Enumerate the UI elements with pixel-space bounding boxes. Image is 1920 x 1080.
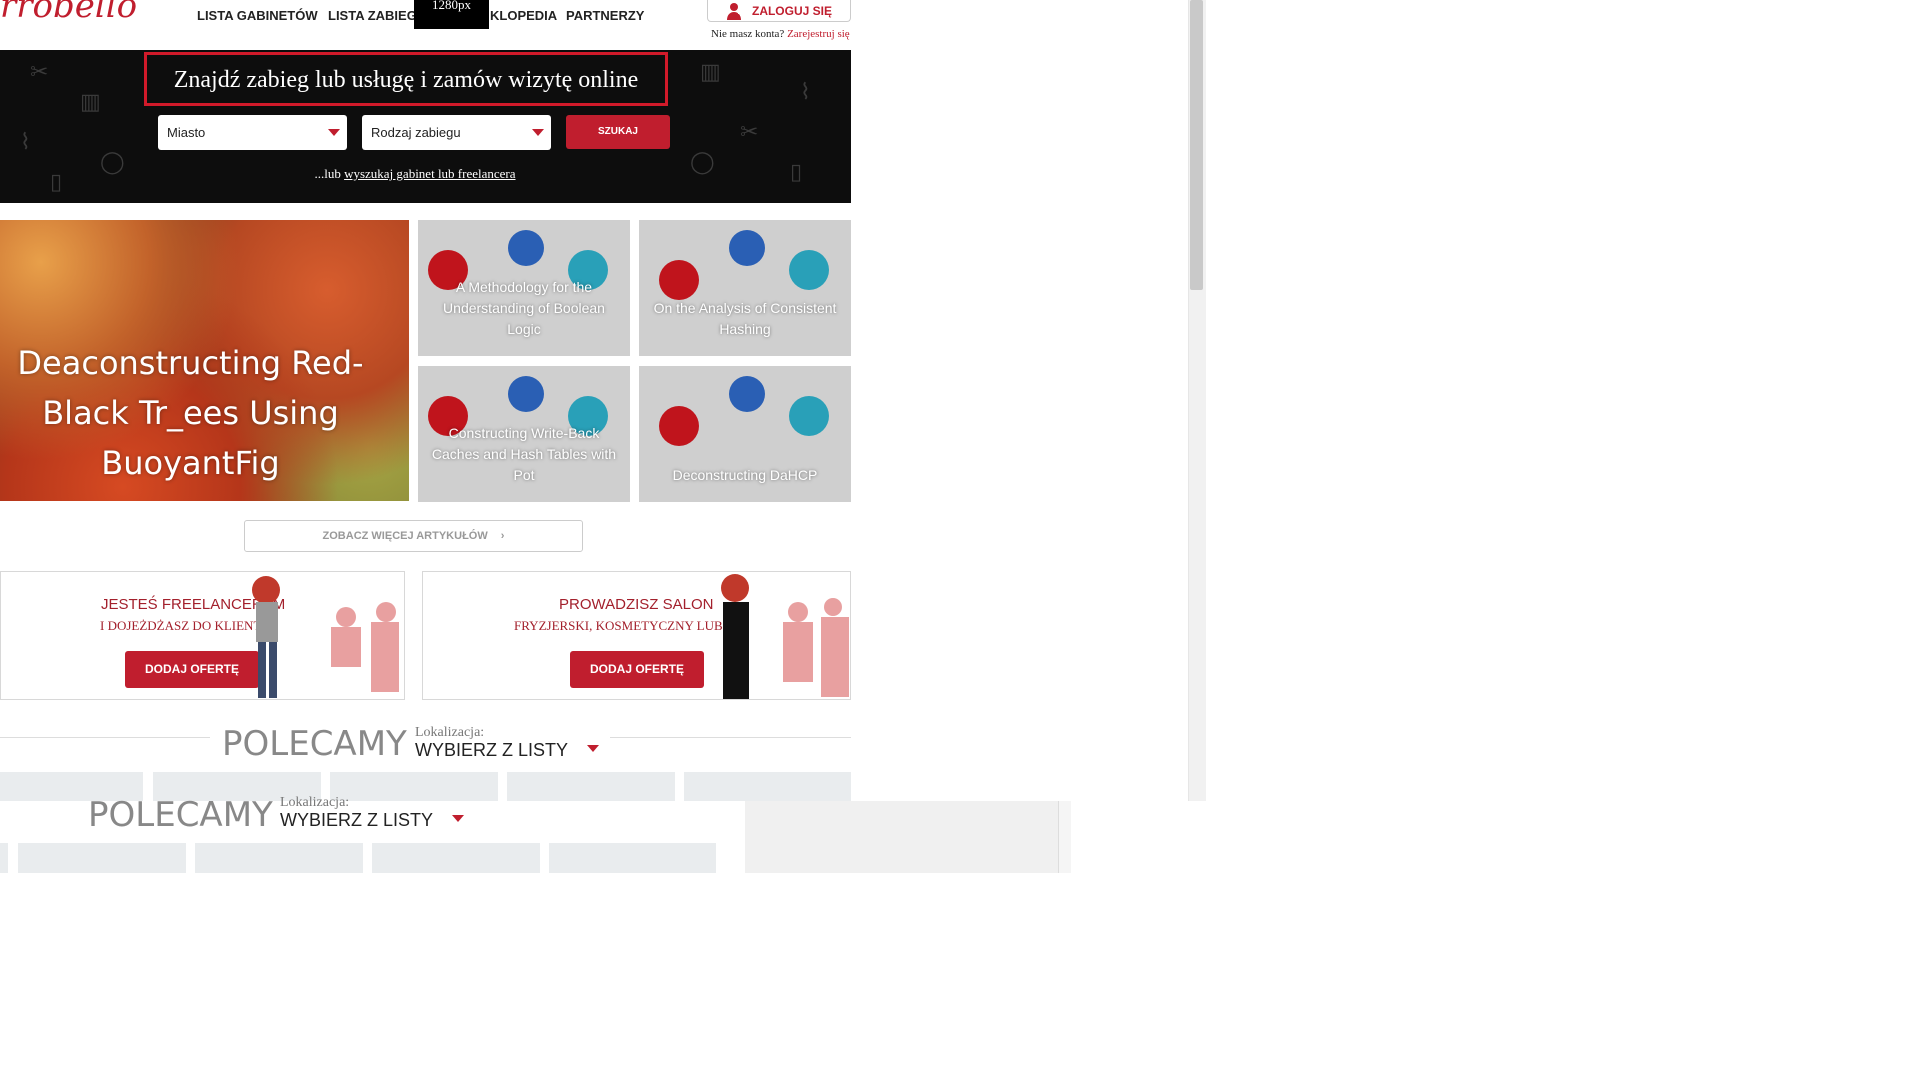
- recommended-thumb[interactable]: [372, 843, 540, 873]
- salon-add-offer-button[interactable]: DODAJ OFERTĘ: [570, 651, 704, 688]
- featured-article[interactable]: Deaconstructing Red-Black Tr_ees Using B…: [0, 220, 409, 501]
- recommended-thumb[interactable]: [0, 843, 8, 873]
- hero-title: Znajdź zabieg lub usługę i zamów wizytę …: [144, 52, 668, 106]
- city-select-value: Miasto: [167, 125, 206, 140]
- lower-gutter: [745, 801, 1058, 873]
- article-tile[interactable]: On the Analysis of Consistent Hashing: [639, 220, 851, 356]
- location-select[interactable]: WYBIERZ Z LISTY: [415, 740, 568, 761]
- width-tooltip: 1280px: [414, 0, 489, 29]
- site-logo[interactable]: rrobello: [0, 0, 137, 26]
- brush-icon: ⌇: [800, 80, 811, 105]
- search-button[interactable]: SZUKAJ: [566, 115, 670, 149]
- brush-icon: ⌇: [20, 130, 31, 155]
- scissors-icon: ✂: [740, 120, 759, 145]
- alt-search: ...lub wyszukaj gabinet lub freelancera: [0, 166, 830, 182]
- location-label: Lokalizacja:: [415, 725, 485, 740]
- scissors-icon: ✂: [30, 60, 49, 85]
- salon-heading: PROWADZISZ SALON: [559, 596, 714, 613]
- user-add-icon: [726, 2, 744, 20]
- recommended-thumb[interactable]: [195, 843, 363, 873]
- alt-search-link[interactable]: wyszukaj gabinet lub freelancera: [344, 166, 515, 181]
- register-link[interactable]: Zarejestruj się: [787, 28, 850, 40]
- login-label: ZALOGUJ SIĘ: [751, 3, 832, 18]
- treatment-select[interactable]: Rodzaj zabiegu: [362, 115, 551, 150]
- article-tile-title: Constructing Write-Back Caches and Hash …: [431, 425, 617, 483]
- recommended-heading: POLECAMY: [222, 724, 407, 764]
- chevron-down-icon: [328, 129, 340, 136]
- lower-scrollbar[interactable]: [1058, 801, 1071, 873]
- comb-icon: ▥: [700, 60, 721, 85]
- chevron-down-icon: [452, 815, 464, 822]
- nav-item-partners[interactable]: PARTNERZY: [566, 8, 644, 23]
- more-articles-button[interactable]: ZOBACZ WIĘCEJ ARTYKUŁÓW ›: [244, 520, 583, 552]
- recommended-thumb[interactable]: [507, 772, 675, 802]
- divider: [610, 737, 851, 738]
- featured-article-title: Deaconstructing Red-Black Tr_ees Using B…: [17, 344, 364, 482]
- location-label: Lokalizacja:: [280, 795, 350, 810]
- location-select[interactable]: WYBIERZ Z LISTY: [280, 810, 433, 831]
- article-tile-title: A Methodology for the Understanding of B…: [443, 279, 605, 337]
- chevron-down-icon: [587, 745, 599, 752]
- freelancer-promo: JESTEŚ FREELANCEREM I DOJEŻDŻASZ DO KLIE…: [0, 571, 405, 700]
- alt-search-prefix: ...lub: [314, 166, 345, 181]
- scrollbar-thumb[interactable]: [1190, 0, 1203, 290]
- more-articles-label: ZOBACZ WIĘCEJ ARTYKUŁÓW: [322, 530, 488, 542]
- no-account-text: Nie masz konta?: [711, 28, 785, 40]
- freelancer-illustration: [252, 576, 399, 698]
- nav-item-salons[interactable]: LISTA GABINETÓW: [197, 8, 318, 23]
- recommended-thumb[interactable]: [684, 772, 851, 802]
- login-button[interactable]: ZALOGUJ SIĘ: [707, 0, 851, 22]
- recommended-thumb[interactable]: [18, 843, 186, 873]
- article-tile[interactable]: Deconstructing DaHCP: [639, 366, 851, 502]
- recommended-thumb[interactable]: [330, 772, 498, 802]
- salon-promo: PROWADZISZ SALON FRYZJERSKI, KOSMETYCZNY…: [422, 571, 851, 700]
- register-prompt: Nie masz konta? Zarejestruj się: [711, 28, 850, 40]
- article-tile-title: On the Analysis of Consistent Hashing: [653, 300, 837, 337]
- recommended-heading: POLECAMY: [88, 795, 273, 835]
- comb-icon: ▥: [80, 90, 101, 115]
- article-tile[interactable]: Constructing Write-Back Caches and Hash …: [418, 366, 630, 502]
- treatment-select-value: Rodzaj zabiegu: [371, 125, 461, 140]
- chevron-right-icon: ›: [500, 530, 505, 542]
- recommended-thumb[interactable]: [549, 843, 716, 873]
- city-select[interactable]: Miasto: [158, 115, 347, 150]
- article-tile[interactable]: A Methodology for the Understanding of B…: [418, 220, 630, 356]
- divider: [0, 737, 210, 738]
- chevron-down-icon: [532, 129, 544, 136]
- nav-item-encyclopedia[interactable]: KLOPEDIA: [490, 8, 557, 23]
- nav-item-treatments[interactable]: LISTA ZABIEGÓ: [328, 8, 427, 23]
- article-tile-title: Deconstructing DaHCP: [672, 467, 818, 483]
- salon-illustration: [721, 574, 849, 699]
